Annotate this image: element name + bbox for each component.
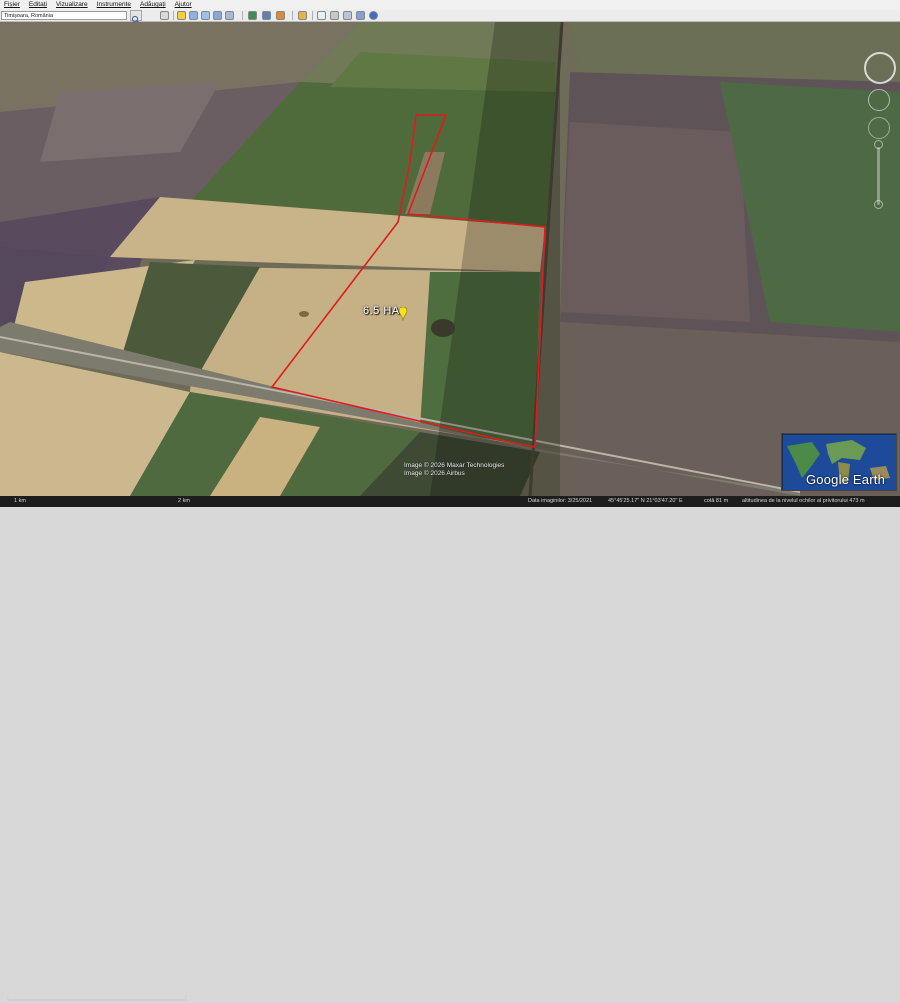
scale-label-right: 2 km [178,498,190,504]
menu-tools[interactable]: Instrumente [97,0,131,10]
menu-edit[interactable]: Editați [29,0,47,10]
attribution-line: Image © 2026 Maxar Technologies [404,462,505,469]
look-control[interactable] [868,89,890,111]
save-image-icon[interactable] [343,11,352,20]
imagery-attribution: Image © 2026 Maxar Technologies Image © … [404,462,504,478]
parcel-label: 6.5 HA [363,305,400,317]
toolbar-separator [242,11,243,20]
toolbar-separator [312,11,313,20]
google-earth-logo: Google Earth [806,472,886,487]
image-overlay-icon[interactable] [213,11,222,20]
print-icon[interactable] [330,11,339,20]
hide-sidebar-icon[interactable] [160,11,169,20]
sunlight-icon[interactable] [262,11,271,20]
menu-add[interactable]: Adăugați [140,0,166,10]
google-maps-icon[interactable] [356,11,365,20]
polygon-icon[interactable] [189,11,198,20]
coordinates: 45°45'25.17" N 21°03'47.20" E [608,498,683,504]
email-icon[interactable] [317,11,326,20]
compass-ring[interactable] [864,52,896,84]
imagery-date: Data imaginilor: 3/25/2021 [528,498,593,504]
menu-view[interactable]: Vizualizare [56,0,88,10]
record-tour-icon[interactable] [225,11,234,20]
menu-file[interactable]: Fișier [4,0,20,10]
scale-label-left: 1 km [14,498,26,504]
zoom-slider[interactable] [877,147,880,205]
satellite-imagery [0,22,900,496]
ruler-icon[interactable] [298,11,307,20]
path-icon[interactable] [201,11,210,20]
globe-icon[interactable] [369,11,378,20]
toolbar: Timișoara, România [0,10,900,24]
toolbar-separator [292,11,293,20]
status-bar: 1 km 2 km Data imaginilor: 3/25/2021 45°… [0,496,900,1001]
scale-bar [7,995,187,1001]
attribution-line: Image © 2026 Airbus [404,470,465,477]
map-view[interactable]: 6.5 HA Image © 2026 Maxar Technologies I… [0,22,900,496]
search-input[interactable]: Timișoara, România [1,11,127,20]
menu-help[interactable]: Ajutor [175,0,192,10]
planets-icon[interactable] [276,11,285,20]
historical-imagery-icon[interactable] [248,11,257,20]
toolbar-separator [173,11,174,20]
move-control[interactable] [868,117,890,139]
zoom-out-button[interactable] [874,200,883,209]
elevation: cotă 81 m [704,498,729,504]
eye-altitude: altitudinea de la nivelul ochilor al pri… [742,498,865,504]
menu-bar: Fișier Editați Vizualizare Instrumente A… [0,0,900,10]
search-button[interactable] [130,10,142,24]
placemark-pin-icon[interactable] [398,307,408,321]
placemark-icon[interactable] [177,11,186,20]
